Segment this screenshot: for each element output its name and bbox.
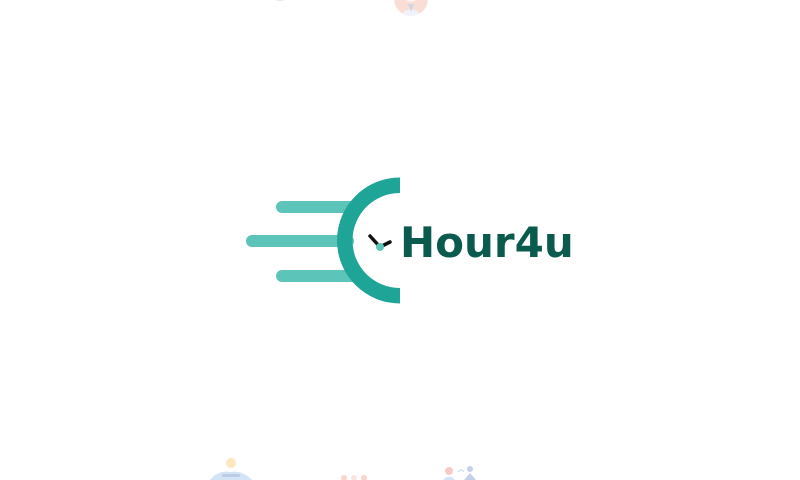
splash-screen: Hour4u bbox=[0, 0, 800, 480]
brand-wordmark: Hour4u bbox=[400, 218, 574, 267]
clock-center-dot bbox=[376, 243, 384, 251]
